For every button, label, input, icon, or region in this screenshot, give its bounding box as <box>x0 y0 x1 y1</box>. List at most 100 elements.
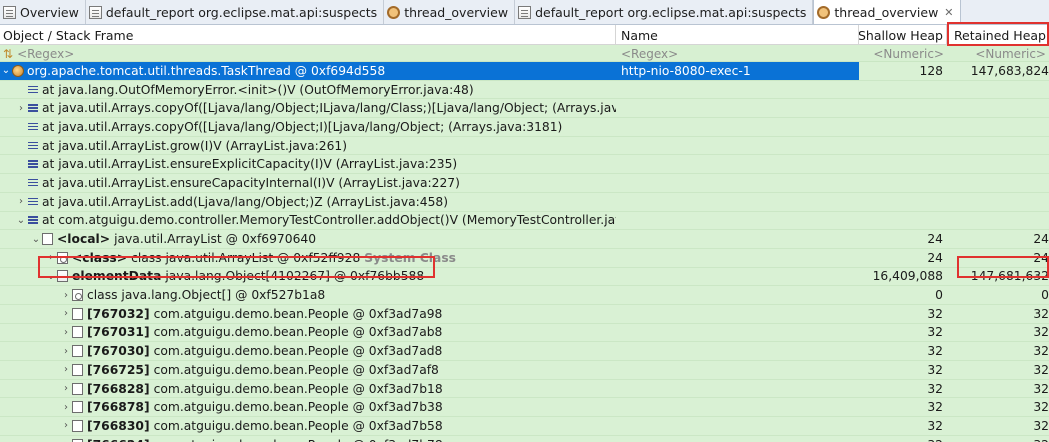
name-cell <box>616 361 859 379</box>
retained-heap-cell: 32 <box>1033 418 1049 433</box>
tree-row[interactable]: at java.util.Arrays.copyOf([Ljava/lang/O… <box>0 118 1049 137</box>
name-cell <box>616 81 859 99</box>
object-label: com.atguigu.demo.bean.People @ 0xf3ad7ab… <box>153 325 443 340</box>
tree-row[interactable]: › class java.lang.Object[] @ 0xf527b1a8 0 0 <box>0 286 1049 305</box>
object-icon <box>72 419 83 432</box>
stack-frame-icon <box>27 215 39 225</box>
chevron-right-icon[interactable]: › <box>60 364 72 375</box>
tree-row[interactable]: › [766830] com.atguigu.demo.bean.People @ … <box>0 417 1049 436</box>
tab-2[interactable]: thread_overview <box>384 0 516 24</box>
name-cell <box>616 398 859 416</box>
chevron-right-icon[interactable]: › <box>60 308 72 319</box>
object-icon <box>42 233 53 246</box>
chevron-right-icon[interactable]: › <box>45 252 57 263</box>
object-icon <box>72 307 83 320</box>
object-cell: › class java.lang.Object[] @ 0xf527b1a8 <box>0 286 616 304</box>
field-name: [767030] <box>87 344 150 359</box>
field-name: [766828] <box>87 381 150 396</box>
shallow-heap-cell <box>859 174 947 192</box>
object-label: com.atguigu.demo.bean.People @ 0xf3ad7b7… <box>154 438 443 442</box>
chevron-right-icon[interactable]: › <box>60 402 72 413</box>
tab-3[interactable]: default_report org.eclipse.mat.api:suspe… <box>515 0 814 24</box>
chevron-down-icon[interactable]: ⌄ <box>30 234 42 245</box>
close-icon[interactable]: ✕ <box>944 6 953 19</box>
tree-row[interactable]: at java.util.ArrayList.ensureExplicitCap… <box>0 155 1049 175</box>
chevron-right-icon[interactable]: › <box>60 383 72 394</box>
tab-1[interactable]: default_report org.eclipse.mat.api:suspe… <box>86 0 385 24</box>
retained-heap-cell <box>947 118 1049 136</box>
tab-label: thread_overview <box>834 4 939 20</box>
column-name[interactable]: Name <box>616 25 859 45</box>
object-label: com.atguigu.demo.bean.People @ 0xf3ad7af… <box>153 362 439 377</box>
tree-row[interactable]: › [767032] com.atguigu.demo.bean.People @ … <box>0 304 1049 324</box>
tree-row[interactable]: › [767031] com.atguigu.demo.bean.People @ … <box>0 323 1049 343</box>
object-icon <box>72 345 83 358</box>
filter-shallow-input[interactable]: <Numeric> <box>859 45 947 62</box>
filter-icon: ⇅ <box>3 46 14 61</box>
chevron-right-icon[interactable]: › <box>60 346 72 357</box>
retained-heap-cell: 32 <box>1033 325 1049 340</box>
field-name: [766878] <box>87 400 150 415</box>
shallow-heap-cell: 32 <box>927 344 943 359</box>
object-label: at java.util.Arrays.copyOf([Ljava/lang/O… <box>42 119 563 134</box>
name-cell <box>616 99 859 117</box>
column-header: Object / Stack Frame Name Shallow Heap R… <box>0 25 1049 45</box>
object-label: class java.lang.Object[] @ 0xf527b1a8 <box>87 288 326 303</box>
name-cell <box>616 268 859 286</box>
filter-object-input[interactable]: ⇅ <Regex> <box>0 45 616 62</box>
tree-row[interactable]: › [766878] com.atguigu.demo.bean.People @ … <box>0 398 1049 418</box>
object-label: at java.util.Arrays.copyOf([Ljava/lang/O… <box>42 101 616 116</box>
retained-heap-cell <box>947 155 1049 173</box>
filter-row: ⇅ <Regex> <Regex> <Numeric> <Numeric> <box>0 45 1049 62</box>
stack-frame-icon <box>27 141 39 151</box>
chevron-down-icon[interactable]: ⌄ <box>15 215 27 226</box>
shallow-heap-cell <box>859 193 947 211</box>
object-cell: ⌄ at com.atguigu.demo.controller.MemoryTe… <box>0 212 616 230</box>
tree-row[interactable]: › <class> class java.util.ArrayList @ 0xf5… <box>0 248 1049 268</box>
object-cell: at java.util.ArrayList.ensureCapacityInt… <box>0 174 616 192</box>
chevron-right-icon[interactable]: › <box>60 290 72 301</box>
tree-row[interactable]: ›[766624]com.atguigu.demo.bean.People @ … <box>0 435 1049 442</box>
object-label: java.util.ArrayList @ 0xf6970640 <box>114 232 317 247</box>
tree-row[interactable]: at java.util.ArrayList.grow(I)V (ArrayLi… <box>0 136 1049 156</box>
chevron-right-icon[interactable]: › <box>60 420 72 431</box>
class-object-icon <box>57 251 68 264</box>
tab-4[interactable]: thread_overview ✕ <box>813 0 961 24</box>
thread-icon <box>12 64 24 77</box>
object-cell: › [766828] com.atguigu.demo.bean.People @ … <box>0 380 616 398</box>
tab-0[interactable]: Overview <box>0 0 86 24</box>
object-label: class java.util.ArrayList @ 0xf52ff928 <box>131 250 361 265</box>
tree-row[interactable]: ⌄ org.apache.tomcat.util.threads.TaskThre… <box>0 62 1049 81</box>
filter-retained-input[interactable]: <Numeric> <box>947 45 1049 62</box>
chevron-right-icon[interactable]: › <box>15 103 27 114</box>
tree-row[interactable]: at java.util.ArrayList.ensureCapacityInt… <box>0 174 1049 193</box>
object-label: com.atguigu.demo.bean.People @ 0xf3ad7b3… <box>153 400 443 415</box>
retained-heap-cell: 24 <box>1033 250 1049 265</box>
tree-row[interactable]: › [766725] com.atguigu.demo.bean.People @ … <box>0 361 1049 380</box>
tree-row[interactable]: at java.lang.OutOfMemoryError.<init>()V … <box>0 80 1049 100</box>
tree-row[interactable]: › at java.util.Arrays.copyOf([Ljava/lang/… <box>0 99 1049 119</box>
object-label: at com.atguigu.demo.controller.MemoryTes… <box>42 213 616 228</box>
chevron-down-icon[interactable]: ⌄ <box>0 65 12 76</box>
tree-row[interactable]: ⌄ elementData java.lang.Object[4102267] @ … <box>0 267 1049 287</box>
tree-row[interactable]: ⌄ <local> java.util.ArrayList @ 0xf6970640… <box>0 230 1049 249</box>
shallow-heap-cell: 32 <box>927 381 943 396</box>
column-shallow-heap[interactable]: Shallow Heap <box>859 25 947 45</box>
stack-frame-icon <box>27 103 39 113</box>
object-icon <box>72 438 83 442</box>
shallow-heap-cell: 32 <box>927 325 943 340</box>
tree-row[interactable]: › [766828] com.atguigu.demo.bean.People @ … <box>0 379 1049 399</box>
chevron-right-icon[interactable]: › <box>60 327 72 338</box>
retained-heap-cell <box>947 212 1049 230</box>
object-label: at java.lang.OutOfMemoryError.<init>()V … <box>42 82 474 97</box>
column-object[interactable]: Object / Stack Frame <box>0 25 616 45</box>
tree-row[interactable]: › [767030] com.atguigu.demo.bean.People @ … <box>0 342 1049 361</box>
filter-name-input[interactable]: <Regex> <box>616 45 859 62</box>
tree-row[interactable]: ⌄ at com.atguigu.demo.controller.MemoryTe… <box>0 211 1049 231</box>
column-retained-heap[interactable]: Retained Heap <box>947 25 1049 45</box>
chevron-down-icon[interactable]: ⌄ <box>45 271 57 282</box>
tree-row[interactable]: › at java.util.ArrayList.add(Ljava/lang/O… <box>0 192 1049 212</box>
name-cell <box>616 230 859 248</box>
class-object-icon <box>72 289 83 302</box>
chevron-right-icon[interactable]: › <box>15 196 27 207</box>
